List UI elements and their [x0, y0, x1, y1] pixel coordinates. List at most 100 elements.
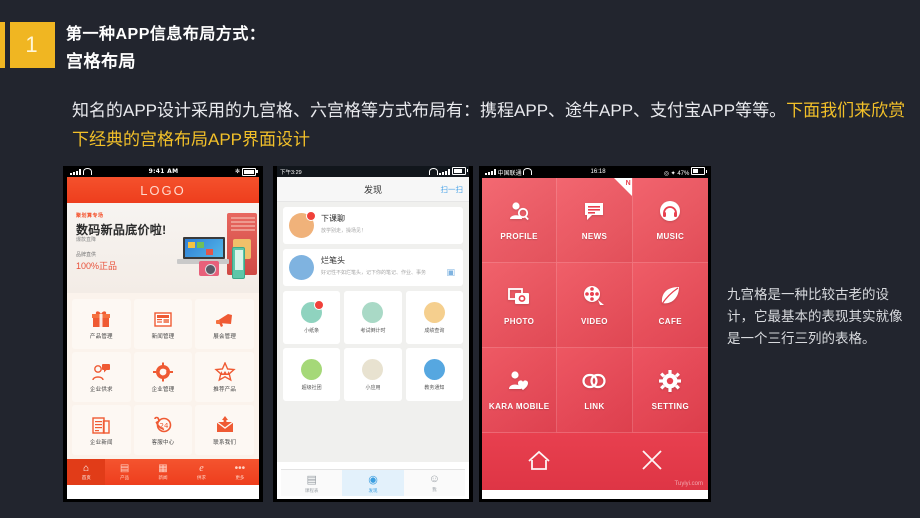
signal-bars-icon [439, 168, 451, 175]
grid-cell-cafe[interactable]: CAFE [632, 263, 708, 348]
gear-wrench-icon [152, 362, 174, 382]
grid-cell-video[interactable]: VIDEO [557, 263, 633, 348]
camera-icon[interactable]: ▣ [446, 267, 455, 278]
phone-screenshot-1: 9:41 AM ✻ LOGO 聚划算专场 数码新品底价啦! 爆款直降 品牌直供 … [63, 166, 263, 502]
group-icon [301, 358, 323, 380]
phone1-grid: 产品管理 新闻管理 展会管理 企业供求 企业管理 推荐产品 企业新闻 24 客服… [67, 293, 259, 459]
tab-schedule[interactable]: ▤ 课程表 [281, 470, 342, 496]
wifi-icon [428, 167, 438, 175]
tab-profile[interactable]: ☺ 我 [404, 470, 465, 496]
bluetooth-icon: ✻ [234, 168, 240, 175]
grid-cell-contact-us[interactable]: 联系我们 [195, 405, 254, 455]
grid-label: MUSIC [656, 231, 685, 241]
grid-cell-music[interactable]: MUSIC [632, 178, 708, 263]
carrier-name: 中国联通 [497, 170, 522, 177]
list-item-class-chat[interactable]: 下课聊 放学别走，操场见！ [283, 207, 463, 244]
grid-cell-recommend-product[interactable]: 推荐产品 [195, 352, 254, 402]
battery-percent: 47% [677, 171, 690, 177]
tab-label: 课程表 [304, 487, 319, 493]
tab-supply[interactable]: e 供求 [182, 459, 220, 485]
grid-cell-supply-demand[interactable]: 企业供求 [72, 352, 131, 402]
pen-icon [362, 358, 384, 380]
grid-cell-mini-app[interactable]: 小应用 [344, 348, 402, 401]
phone2-nav-bar: 发现 扫一扫 [277, 177, 469, 202]
grid-cell-academic-notice[interactable]: 教务通知 [405, 348, 463, 401]
home-outline-icon[interactable] [526, 448, 552, 476]
newspaper-icon [152, 309, 174, 329]
phone1-promo-banner[interactable]: 聚划算专场 数码新品底价啦! 爆款直降 品牌直供 100%正品 [67, 203, 259, 293]
news-icon: ▦ [158, 462, 168, 474]
grid-cell-product-manage[interactable]: 产品管理 [72, 299, 131, 349]
grid-label: 展会管理 [213, 333, 237, 340]
grid-label: LINK [584, 401, 605, 411]
list-item-notes[interactable]: 烂笔头 好记性不如烂笔头，记下你的笔记、作业、事务 ▣ [283, 249, 463, 286]
watermark: Tuyiyi.com [674, 481, 703, 487]
phone2-status-right [428, 166, 468, 177]
phone2-nav-title: 发现 [363, 184, 382, 195]
megaphone-icon [214, 309, 236, 329]
chat-lines-icon [583, 200, 605, 226]
page-title: 第一种APP信息布局方式： 宫格布局 [66, 24, 265, 74]
grid-cell-exam-countdown[interactable]: 考试倒计时 [344, 291, 402, 344]
rotation-lock-icon: ◎ [663, 171, 669, 177]
tab-more[interactable]: ••• 更多 [221, 459, 259, 485]
grid-label: VIDEO [581, 316, 608, 326]
grid-cell-news-manage[interactable]: 新闻管理 [133, 299, 193, 349]
headphone-icon [659, 200, 681, 226]
section-number-badge: 1 [0, 22, 55, 68]
grid-cell-customer-service[interactable]: 24 客服中心 [133, 405, 193, 455]
tab-product[interactable]: ▤ 产品 [105, 459, 143, 485]
battery-icon [241, 167, 258, 176]
banner-line-1: 品牌直供 [76, 252, 97, 258]
phone1-status-time: 9:41 AM [148, 168, 179, 175]
phone2-tab-bar: ▤ 课程表 ◉ 发现 ☺ 我 [281, 469, 465, 496]
grid-cell-expo-manage[interactable]: 展会管理 [195, 299, 254, 349]
phone3-status-time: 16:18 [590, 169, 606, 175]
grid-label: CAFE [658, 316, 683, 326]
tab-news[interactable]: ▦ 新闻 [144, 459, 182, 485]
grid-cell-paper-note[interactable]: 小纸条 [283, 291, 341, 344]
grid-cell-profile[interactable]: PROFILE [482, 178, 558, 263]
grid-cell-news[interactable]: N NEWS [557, 178, 633, 263]
tab-home[interactable]: ⌂ 首页 [67, 459, 106, 485]
grid-label: 新闻管理 [151, 333, 175, 340]
grid-cell-super-club[interactable]: 超级社团 [283, 348, 341, 401]
tab-discover[interactable]: ◉ 发现 [342, 470, 404, 496]
scan-button[interactable]: 扫一扫 [441, 184, 464, 195]
banner-camera-image [199, 261, 219, 276]
phone1-logo: LOGO [140, 182, 186, 198]
battery-icon [452, 166, 468, 175]
phone3-screen: 中国联通 16:18 ◎ ✦ 47% PROFILE N NEWS MUSIC … [482, 166, 708, 499]
title-line-1: 第一种APP信息布局方式： [66, 26, 266, 43]
phone-screenshot-3: 中国联通 16:18 ◎ ✦ 47% PROFILE N NEWS MUSIC … [479, 166, 711, 502]
grid-label: 企业新闻 [89, 439, 113, 446]
grid-cell-kara-mobile[interactable]: KARA MOBILE [482, 348, 558, 433]
close-x-icon[interactable] [639, 448, 665, 476]
ie-icon: e [199, 462, 204, 474]
phone3-status-left: 中国联通 [485, 167, 533, 177]
title-line-2: 宫格布局 [66, 52, 136, 71]
grid-cell-enterprise-news[interactable]: 企业新闻 [72, 405, 131, 455]
card-text: 下课聊 放学别走，操场见！ [321, 213, 366, 235]
grid-cell-link[interactable]: LINK [557, 348, 633, 433]
banner-line-2: 100%正品 [76, 261, 118, 271]
grid-label: NEWS [581, 231, 608, 241]
phone2-app-grid: 小纸条 考试倒计时 成绩查询 超级社团 小应用 教务通知 [283, 291, 463, 401]
tab-label: 我 [432, 487, 437, 492]
grid-cell-photo[interactable]: PHOTO [482, 263, 558, 348]
grid-cell-grade-query[interactable]: 成绩查询 [405, 291, 463, 344]
phone3-status-right: ◎ ✦ 47% [663, 167, 707, 177]
grid-label: SETTING [651, 401, 690, 411]
star-crown-icon [213, 361, 236, 382]
phone1-status-left [70, 168, 92, 175]
card-subtitle: 好记性不如烂笔头，记下你的笔记、作业、事务 [321, 270, 427, 276]
card-subtitle: 放学别走，操场见！ [321, 228, 367, 234]
grid-cell-enterprise-manage[interactable]: 企业管理 [133, 352, 193, 402]
teach-icon [423, 358, 445, 380]
film-reel-icon [583, 285, 605, 311]
grid-cell-setting[interactable]: SETTING [632, 348, 708, 433]
phone3-status-bar: 中国联通 16:18 ◎ ✦ 47% [482, 166, 708, 178]
phone1-status-right: ✻ [234, 167, 258, 176]
new-ribbon: N [613, 178, 632, 196]
schedule-icon: ▤ [306, 473, 317, 486]
